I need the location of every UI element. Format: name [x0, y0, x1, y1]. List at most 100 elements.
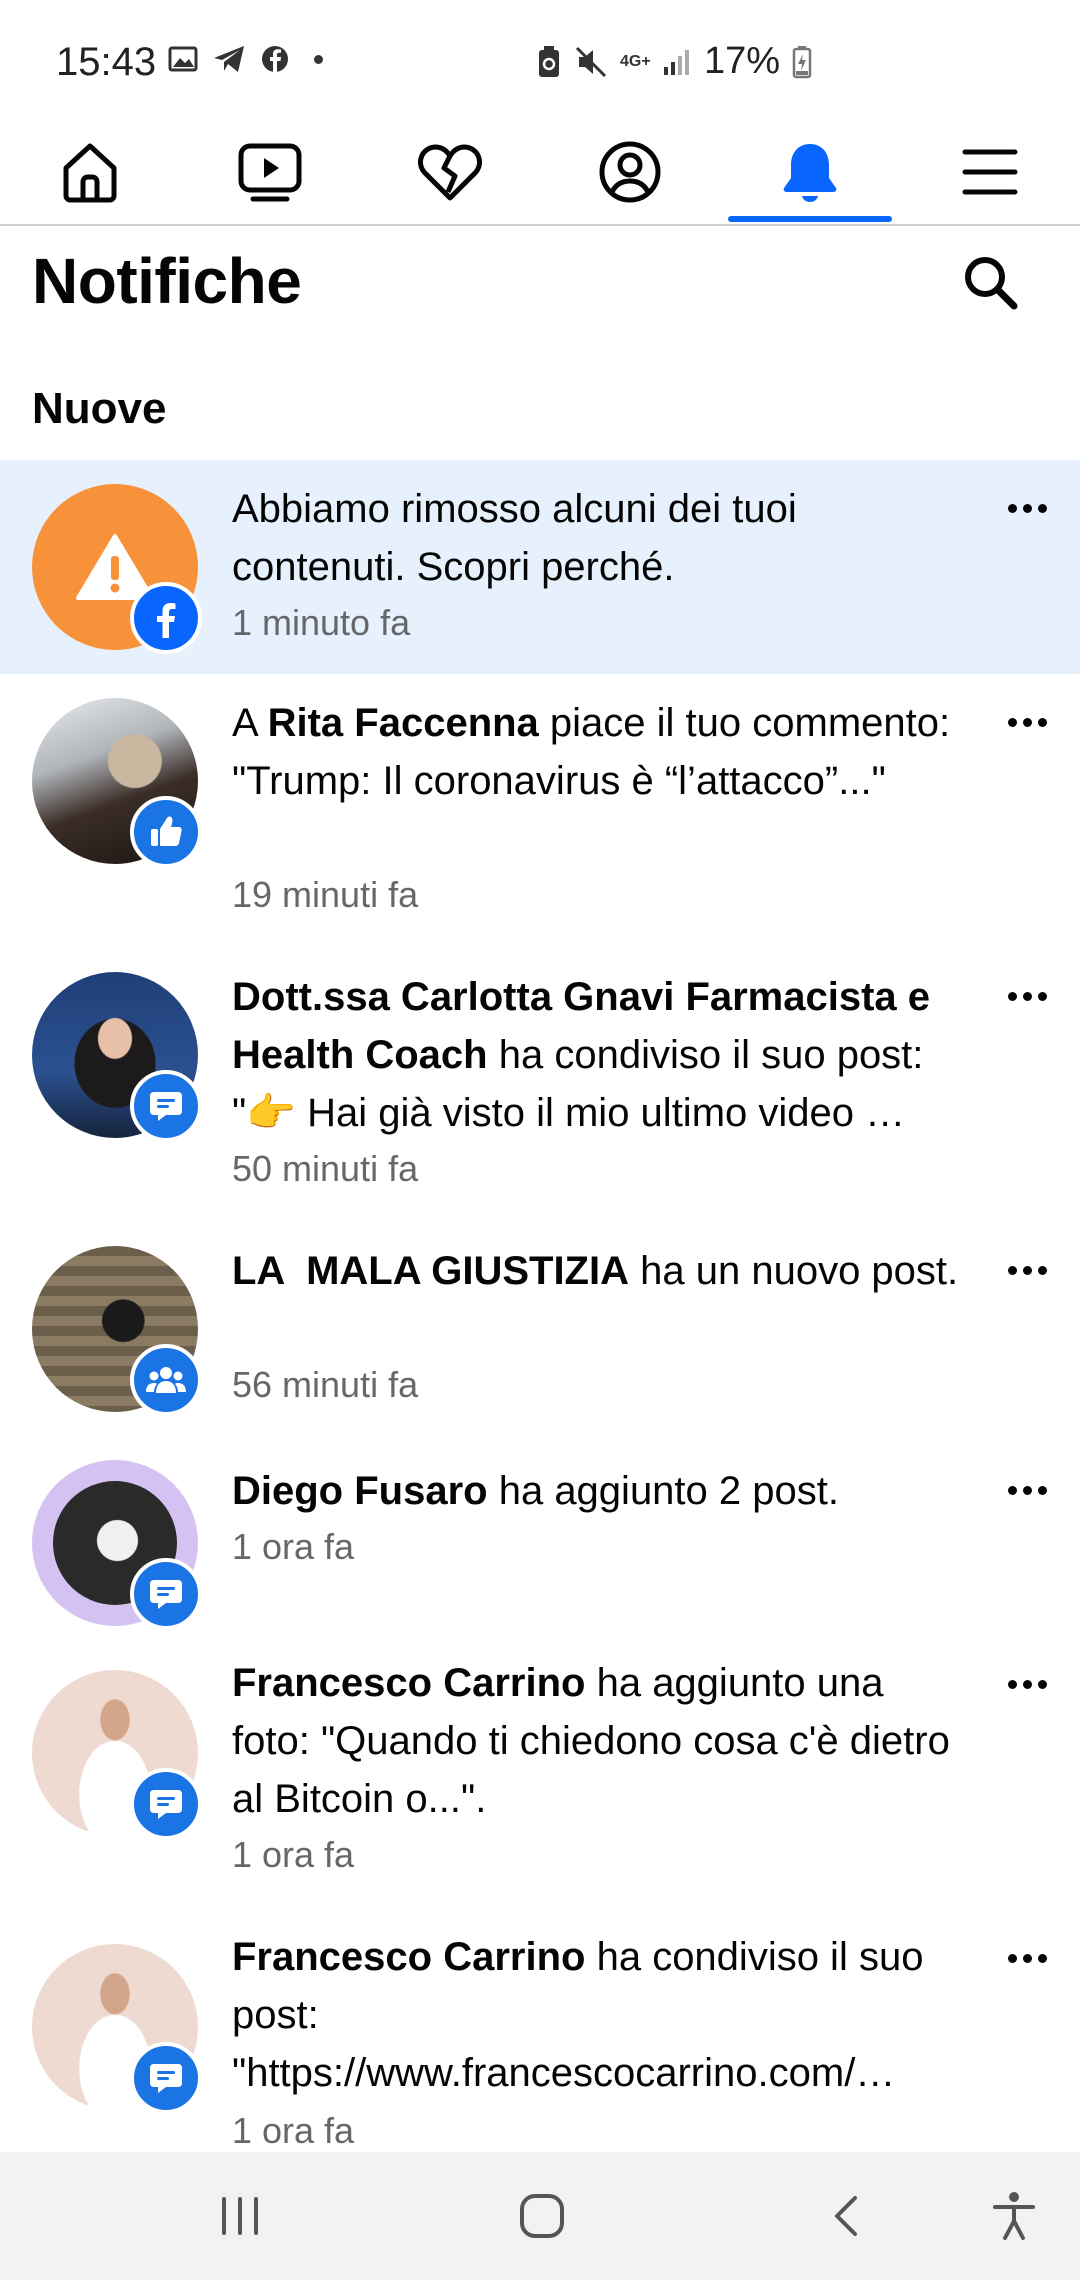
notification-text: Francesco Carrino ha aggiunto una foto: … [232, 1654, 972, 1828]
badge [130, 1768, 202, 1840]
notification-actor: Rita Faccenna [267, 701, 539, 745]
more-icon [1007, 991, 1047, 1001]
badge [130, 1344, 202, 1416]
profile-icon [599, 141, 661, 203]
notification-time: 56 minuti fa [232, 1364, 419, 1405]
notification-actor: LA MALA GIUSTIZIA [232, 1249, 629, 1293]
back-icon [835, 2196, 857, 2236]
group-icon [146, 1367, 186, 1393]
notification-time: 1 ora fa [232, 1526, 355, 1567]
facebook-icon [157, 603, 176, 638]
more-options-button[interactable] [1000, 702, 1054, 742]
like-thumb-icon [151, 816, 182, 846]
nav-home[interactable] [0, 120, 180, 224]
notification-item[interactable]: Francesco Carrino ha aggiunto una foto: … [0, 1640, 1080, 1914]
notification-item[interactable]: A Rita Faccenna piace il tuo commento: "… [0, 674, 1080, 948]
battery-percent: 17% [704, 40, 781, 82]
signal-icon [664, 49, 689, 75]
top-navigation [0, 120, 1080, 226]
badge [130, 582, 202, 654]
status-bar: 15:43 4G+ 17% [0, 0, 1080, 120]
telegram-icon [214, 46, 244, 72]
status-time: 15:43 [56, 40, 157, 84]
recent-apps-icon [222, 2197, 258, 2235]
notification-message: ha aggiunto 2 post. [487, 1469, 839, 1513]
avatar [32, 972, 202, 1142]
dating-heart-icon [418, 144, 482, 201]
more-options-button[interactable] [1000, 1250, 1054, 1290]
notification-actor: Diego Fusaro [232, 1469, 488, 1513]
avatar [32, 1944, 202, 2114]
video-icon [238, 143, 302, 202]
notification-message: Abbiamo rimosso alcuni dei tuoi contenut… [232, 487, 797, 589]
nav-menu[interactable] [900, 120, 1080, 224]
nav-notifications[interactable] [720, 120, 900, 224]
more-icon [1007, 1679, 1047, 1689]
status-system-icons: 4G+ 17% [536, 40, 812, 83]
comment-icon [150, 1580, 182, 1609]
network-type: 4G+ [620, 52, 651, 70]
notification-item[interactable]: Diego Fusaro ha aggiunto 2 post. 1 ora f… [0, 1440, 1080, 1640]
back-button[interactable] [776, 2152, 916, 2280]
more-icon [1007, 503, 1047, 513]
notification-prefix: A [232, 701, 268, 745]
nav-active-indicator [728, 216, 892, 222]
more-options-button[interactable] [1000, 488, 1054, 528]
badge [130, 796, 202, 868]
notification-text: LA MALA GIUSTIZIA ha un nuovo post. [232, 1242, 972, 1360]
search-icon [965, 257, 1018, 310]
notification-item[interactable]: Francesco Carrino ha condiviso il suo po… [0, 1914, 1080, 2152]
home-button-icon [520, 2194, 564, 2238]
notification-item[interactable]: Dott.ssa Carlotta Gnavi Farmacista e Hea… [0, 948, 1080, 1222]
notification-text: Francesco Carrino ha condiviso il suo po… [232, 1928, 972, 2098]
nav-dating[interactable] [360, 120, 540, 224]
accessibility-button[interactable] [944, 2152, 1080, 2280]
notification-time: 1 ora fa [232, 1834, 355, 1875]
section-title: Nuove [32, 384, 167, 433]
more-icon [1007, 1265, 1047, 1275]
menu-icon [962, 149, 1018, 195]
more-icon [1007, 717, 1047, 727]
battery-saver-icon [539, 45, 559, 77]
notification-item[interactable]: LA MALA GIUSTIZIA ha un nuovo post. 56 m… [0, 1222, 1080, 1440]
page-title: Notifiche [32, 245, 302, 317]
badge [130, 1558, 202, 1630]
more-icon [1007, 1485, 1047, 1495]
avatar [32, 1246, 202, 1416]
notification-time: 1 ora fa [232, 2110, 355, 2151]
badge [130, 2042, 202, 2114]
accessibility-icon [993, 2192, 1035, 2240]
battery-charging-icon [792, 45, 812, 78]
search-button[interactable] [958, 250, 1022, 314]
comment-icon [150, 2064, 182, 2093]
notification-time: 19 minuti fa [232, 874, 419, 915]
gallery-icon [168, 46, 198, 72]
comment-icon [150, 1790, 182, 1819]
notification-item[interactable]: Abbiamo rimosso alcuni dei tuoi contenut… [0, 460, 1080, 674]
avatar [32, 1670, 202, 1840]
home-button[interactable] [472, 2152, 612, 2280]
facebook-status-icon [262, 46, 288, 72]
avatar [32, 698, 202, 868]
notification-message: ha un nuovo post. [629, 1249, 959, 1293]
mute-icon [575, 46, 607, 77]
more-icon [1007, 1953, 1047, 1963]
more-options-button[interactable] [1000, 1470, 1054, 1510]
notification-text: Dott.ssa Carlotta Gnavi Farmacista e Hea… [232, 968, 972, 1138]
avatar [32, 484, 202, 654]
avatar [32, 1460, 202, 1630]
notification-time: 1 minuto fa [232, 602, 411, 643]
notification-time: 50 minuti fa [232, 1148, 419, 1189]
more-options-button[interactable] [1000, 976, 1054, 1016]
notification-text: A Rita Faccenna piace il tuo commento: "… [232, 694, 972, 810]
recent-apps-button[interactable] [170, 2152, 310, 2280]
notification-actor: Francesco Carrino [232, 1935, 586, 1979]
nav-profile[interactable] [540, 120, 720, 224]
status-notification-icons [168, 44, 323, 74]
more-options-button[interactable] [1000, 1938, 1054, 1978]
nav-video[interactable] [180, 120, 360, 224]
more-notifications-dot-icon [314, 54, 323, 64]
system-navigation-bar [0, 2152, 1080, 2280]
more-options-button[interactable] [1000, 1664, 1054, 1704]
home-icon [63, 143, 117, 203]
